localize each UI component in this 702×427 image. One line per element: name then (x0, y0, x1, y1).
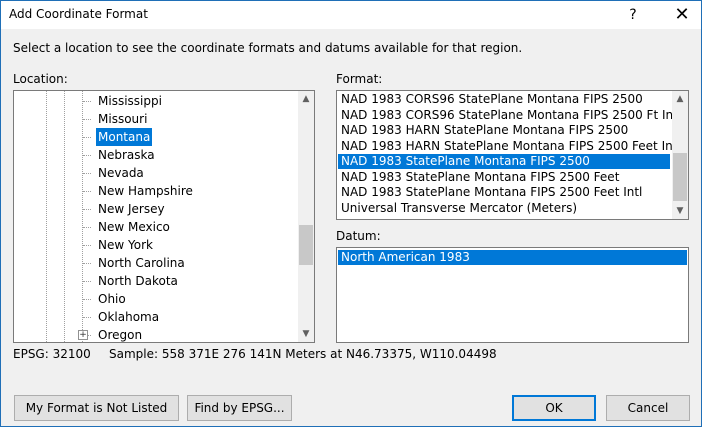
tree-item[interactable]: Montana (96, 128, 153, 146)
tree-branch-line (83, 209, 91, 210)
list-item[interactable]: North American 1983 (338, 250, 687, 265)
location-tree[interactable]: Mississippi Missouri Montana Nebraska Nevada… (13, 90, 315, 343)
tree-item[interactable]: New Hampshire (96, 182, 195, 200)
scroll-down-arrow-icon[interactable]: ▼ (672, 203, 688, 219)
list-item[interactable]: Universal Transverse Mercator (Meters) (338, 201, 670, 216)
scroll-down-arrow-icon[interactable]: ▼ (298, 326, 314, 342)
tree-branch-line (83, 263, 91, 264)
tree-item[interactable]: Missouri (96, 110, 149, 128)
location-label: Location: (13, 72, 68, 86)
tree-branch-line (83, 119, 91, 120)
tree-item[interactable]: New Mexico (96, 218, 172, 236)
epsg-code: EPSG: 32100 (13, 347, 91, 361)
tree-branch-line (83, 281, 91, 282)
tree-item[interactable]: Nebraska (96, 146, 157, 164)
tree-item[interactable]: Oklahoma (96, 308, 161, 326)
tree-item[interactable]: New Jersey (96, 200, 167, 218)
scroll-thumb[interactable] (673, 153, 687, 201)
tree-branch-line (83, 173, 91, 174)
scroll-thumb[interactable] (299, 225, 313, 265)
close-button[interactable]: ✕ (663, 1, 701, 29)
tree-branch-line (83, 299, 91, 300)
tree-item[interactable]: North Dakota (96, 272, 180, 290)
list-item[interactable]: NAD 1983 StatePlane Montana FIPS 2500 Fe… (338, 185, 670, 200)
datum-list[interactable]: North American 1983 (336, 247, 689, 343)
ok-button[interactable]: OK (512, 395, 596, 421)
tree-branch-line (83, 245, 91, 246)
tree-item[interactable]: North Carolina (96, 254, 187, 272)
list-item[interactable]: NAD 1983 StatePlane Montana FIPS 2500 Fe… (338, 170, 670, 185)
tree-branch-line (83, 155, 91, 156)
window-title: Add Coordinate Format (9, 7, 148, 21)
list-item[interactable]: NAD 1983 StatePlane Montana FIPS 2500 (338, 154, 670, 169)
list-item[interactable]: NAD 1983 CORS96 StatePlane Montana FIPS … (338, 92, 670, 107)
add-coordinate-format-dialog: Add Coordinate Format ? ✕ Select a locat… (0, 0, 702, 427)
tree-item[interactable]: Mississippi (96, 92, 164, 110)
scroll-up-arrow-icon[interactable]: ▲ (298, 91, 314, 107)
tree-item[interactable]: Nevada (96, 164, 146, 182)
tree-branch-line (83, 317, 91, 318)
tree-branch-line (83, 227, 91, 228)
sample-coordinates: Sample: 558 371E 276 141N Meters at N46.… (109, 347, 497, 361)
tree-guide-line (46, 91, 47, 342)
tree-item[interactable]: New York (96, 236, 155, 254)
tree-guide-line (82, 91, 83, 342)
scroll-up-arrow-icon[interactable]: ▲ (672, 91, 688, 107)
tree-guide-line (64, 91, 65, 342)
tree-item[interactable]: Oregon (96, 326, 144, 342)
my-format-not-listed-button[interactable]: My Format is Not Listed (14, 395, 179, 421)
title-bar: Add Coordinate Format ? ✕ (1, 1, 701, 29)
instruction-text: Select a location to see the coordinate … (13, 41, 523, 55)
list-item[interactable]: NAD 1983 HARN StatePlane Montana FIPS 25… (338, 123, 670, 138)
cancel-button[interactable]: Cancel (606, 395, 690, 421)
list-item[interactable]: NAD 1983 HARN StatePlane Montana FIPS 25… (338, 139, 681, 154)
format-label: Format: (336, 72, 383, 86)
format-list[interactable]: NAD 1983 CORS96 StatePlane Montana FIPS … (336, 90, 689, 220)
tree-branch-line (83, 191, 91, 192)
datum-label: Datum: (336, 229, 381, 243)
location-scrollbar[interactable]: ▲ ▼ (298, 91, 314, 342)
find-by-epsg-button[interactable]: Find by EPSG... (187, 395, 292, 421)
help-button[interactable]: ? (617, 1, 649, 29)
tree-item[interactable]: Ohio (96, 290, 128, 308)
list-item[interactable]: NAD 1983 CORS96 StatePlane Montana FIPS … (338, 108, 681, 123)
tree-branch-line (83, 137, 91, 138)
tree-branch-line (83, 101, 91, 102)
expand-plus-icon[interactable]: + (78, 330, 88, 340)
format-scrollbar[interactable]: ▲ ▼ (672, 91, 688, 219)
